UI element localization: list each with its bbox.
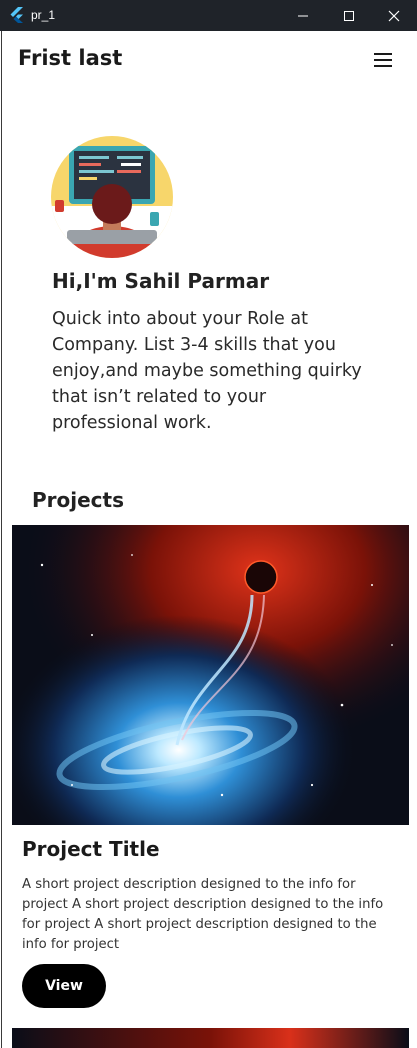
appbar-title: Frist last — [18, 46, 123, 70]
project-image — [12, 525, 409, 825]
project-title: Project Title — [22, 837, 160, 861]
flutter-logo-icon — [10, 7, 23, 23]
menu-icon — [374, 53, 392, 55]
maximize-button[interactable] — [326, 0, 372, 31]
minimize-icon — [298, 15, 308, 16]
greeting-heading: Hi,I'm Sahil Parmar — [52, 269, 270, 293]
maximize-icon — [344, 10, 354, 21]
app-content: Frist last Hi,I'm Sahil Parmar Quick int… — [1, 31, 417, 1048]
menu-icon — [374, 65, 392, 67]
minimize-button[interactable] — [280, 0, 326, 31]
close-button[interactable] — [371, 0, 417, 31]
view-project-button[interactable]: View — [22, 964, 106, 1008]
projects-heading: Projects — [32, 488, 125, 512]
close-icon — [388, 10, 400, 21]
intro-text: Quick into about your Role at Company. L… — [52, 309, 362, 433]
window-titlebar: pr_1 — [0, 0, 417, 31]
menu-icon — [374, 59, 392, 61]
window-title: pr_1 — [31, 8, 56, 22]
project-image — [12, 1028, 409, 1048]
avatar — [51, 136, 173, 258]
menu-button[interactable] — [370, 49, 396, 71]
project-description: A short project description designed to … — [22, 877, 384, 952]
